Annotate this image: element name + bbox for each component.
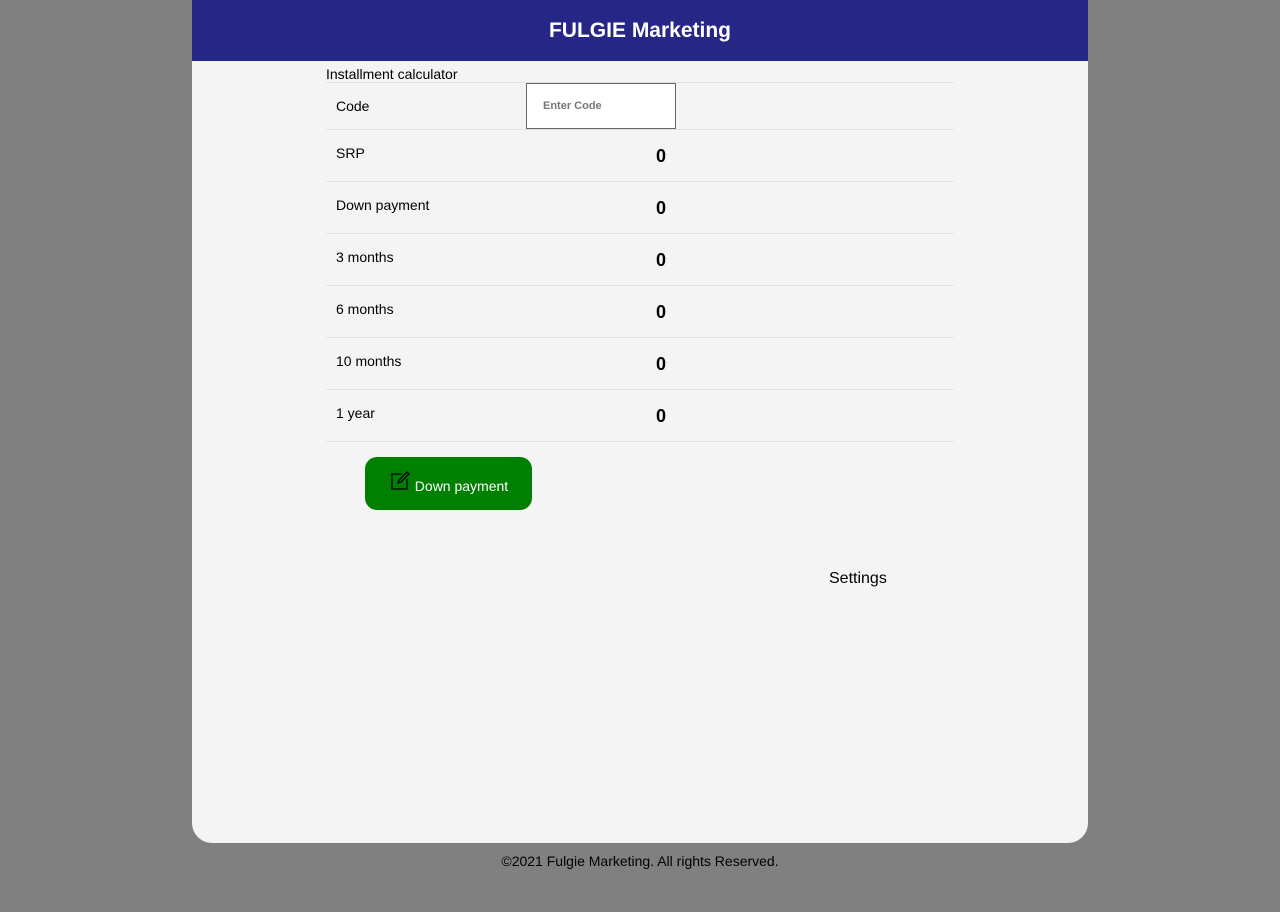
- six-months-value: 0: [656, 302, 667, 322]
- down-payment-label: Down payment: [336, 197, 430, 213]
- calculator-title: Installment calculator: [326, 61, 954, 83]
- ten-months-value: 0: [656, 354, 667, 374]
- installment-calculator: Installment calculator Code SRP 0 Down p…: [326, 61, 954, 442]
- six-months-row: 6 months 0: [326, 286, 954, 338]
- ten-months-row: 10 months 0: [326, 338, 954, 390]
- ten-months-label: 10 months: [336, 353, 402, 369]
- main-card: FULGIE Marketing Installment calculator …: [192, 0, 1088, 843]
- down-payment-button-label: Down payment: [414, 478, 509, 494]
- srp-label: SRP: [336, 145, 365, 161]
- one-year-value: 0: [656, 406, 667, 426]
- app-title: FULGIE Marketing: [548, 18, 732, 42]
- code-row: Code: [326, 83, 954, 130]
- srp-value: 0: [656, 146, 667, 166]
- down-payment-row: Down payment 0: [326, 182, 954, 234]
- one-year-row: 1 year 0: [326, 390, 954, 442]
- edit-icon: [389, 470, 411, 492]
- srp-row: SRP 0: [326, 130, 954, 182]
- three-months-row: 3 months 0: [326, 234, 954, 286]
- settings-link[interactable]: Settings: [829, 570, 887, 588]
- down-payment-button[interactable]: Down payment: [365, 457, 532, 510]
- six-months-label: 6 months: [336, 301, 394, 317]
- footer-copyright: ©2021 Fulgie Marketing. All rights Reser…: [501, 853, 779, 869]
- app-header: FULGIE Marketing: [192, 0, 1088, 61]
- three-months-label: 3 months: [336, 249, 394, 265]
- down-payment-value: 0: [656, 198, 667, 218]
- three-months-value: 0: [656, 250, 667, 270]
- code-input[interactable]: [526, 83, 676, 129]
- code-label: Code: [336, 98, 370, 114]
- one-year-label: 1 year: [336, 405, 375, 421]
